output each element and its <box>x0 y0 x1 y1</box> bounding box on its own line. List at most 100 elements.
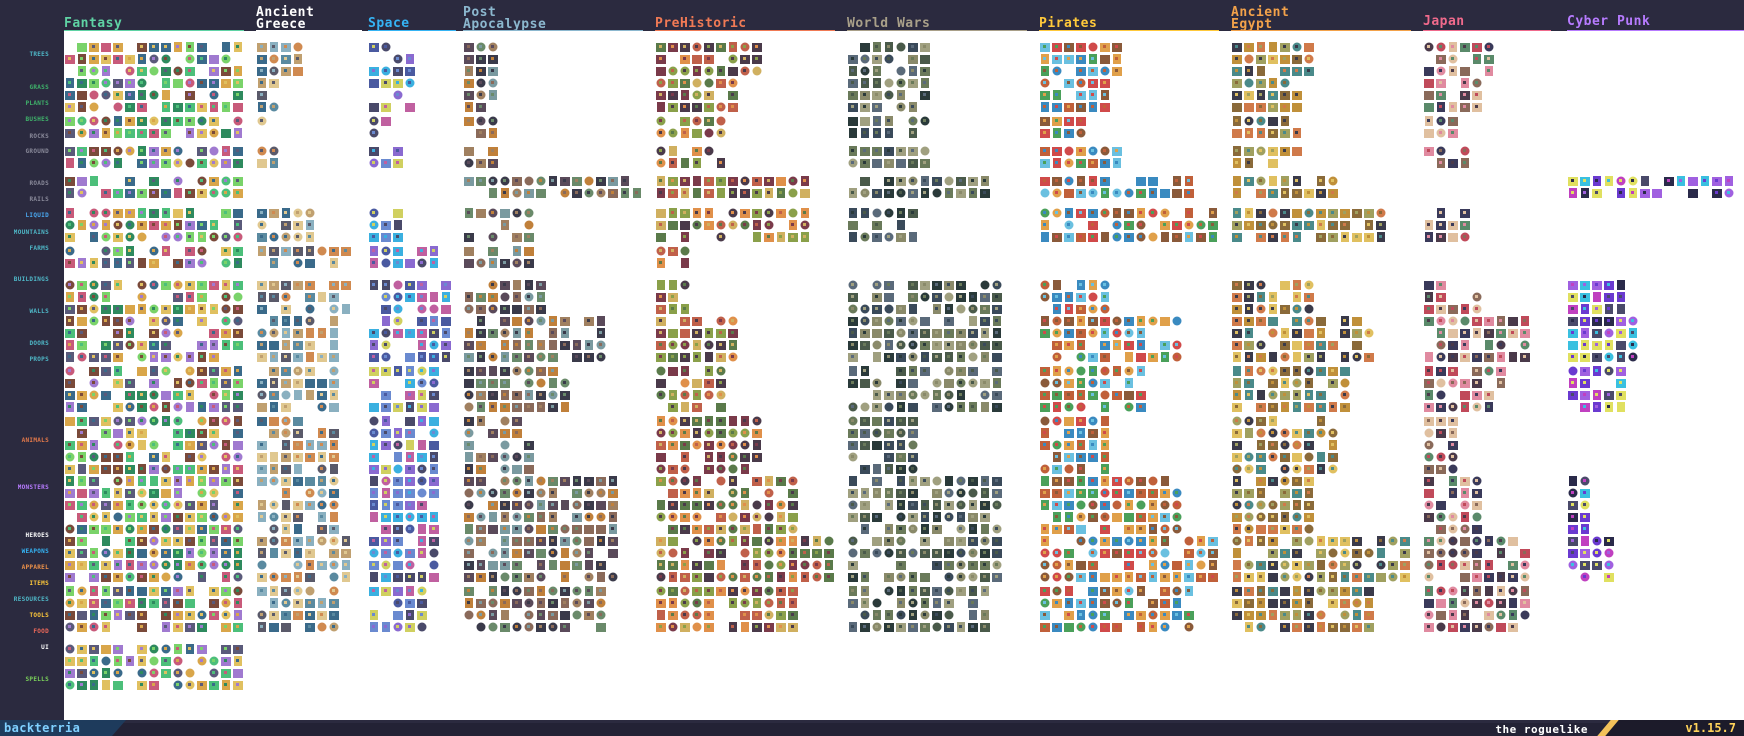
sprite-detail <box>479 343 482 346</box>
sprite-detail <box>272 467 275 470</box>
sprite-detail <box>92 57 95 60</box>
sprite-block <box>1040 42 1122 76</box>
sprite-detail <box>1091 235 1094 238</box>
sprite-detail <box>503 431 506 434</box>
sprite-detail <box>707 191 710 194</box>
sprite-detail <box>1283 455 1286 458</box>
sprite-detail <box>791 515 794 518</box>
sprite-detail <box>176 319 179 322</box>
sprite-detail <box>1283 307 1286 310</box>
sprite-detail <box>236 431 239 434</box>
sprite-detail <box>1139 479 1142 482</box>
sprite-detail <box>92 393 95 396</box>
sprite-detail <box>911 381 914 384</box>
sprite-block <box>848 42 930 76</box>
sprite-detail <box>983 479 986 482</box>
category-label-apparel: APPAREL <box>21 564 49 571</box>
sprite-detail <box>1295 235 1298 238</box>
sprite-detail <box>851 131 854 134</box>
sprite-detail <box>408 295 411 298</box>
sprite-detail <box>1331 467 1334 470</box>
sprite-detail <box>539 369 542 372</box>
sprite-detail <box>1175 235 1178 238</box>
sprite-detail <box>743 503 746 506</box>
sprite-detail <box>176 261 179 264</box>
sprite-detail <box>128 93 131 96</box>
sprite-detail <box>1235 93 1238 96</box>
sprite-detail <box>539 191 542 194</box>
sprite-detail <box>1295 149 1298 152</box>
sprite-block <box>65 208 243 242</box>
sprite-detail <box>1439 467 1442 470</box>
sprite-detail <box>719 515 722 518</box>
sprite-detail <box>887 405 890 408</box>
sprite-detail <box>332 249 335 252</box>
sprite-detail <box>104 319 107 322</box>
sprite-detail <box>396 283 399 286</box>
sprite-detail <box>515 491 518 494</box>
sprite-detail <box>659 149 662 152</box>
sprite-detail <box>971 307 974 310</box>
sprite-detail <box>116 93 119 96</box>
sprite-detail <box>396 69 399 72</box>
sprite-detail <box>128 527 131 530</box>
sprite-detail <box>611 191 614 194</box>
sprite-detail <box>959 191 962 194</box>
sprite-detail <box>707 393 710 396</box>
sprite-detail <box>396 331 399 334</box>
sprite-detail <box>236 527 239 530</box>
sprite-detail <box>1331 211 1334 214</box>
sprite-detail <box>1331 235 1334 238</box>
sprite-detail <box>1235 343 1238 346</box>
sprite-detail <box>1571 295 1574 298</box>
sprite-detail <box>104 69 107 72</box>
sprite-detail <box>128 81 131 84</box>
sprite-detail <box>224 331 227 334</box>
sprite-detail <box>1379 223 1382 226</box>
sprite-detail <box>1247 131 1250 134</box>
sprite-detail <box>1475 355 1478 358</box>
sprite-detail <box>284 211 287 214</box>
sprite-block <box>1040 146 1122 168</box>
sprite-detail <box>1235 331 1238 334</box>
sprite-detail <box>188 455 191 458</box>
sprite-detail <box>1499 381 1502 384</box>
sprite-detail <box>420 393 423 396</box>
sprite-detail <box>659 93 662 96</box>
sprite-detail <box>887 149 890 152</box>
sprite-detail <box>236 479 239 482</box>
sprite-detail <box>683 211 686 214</box>
sprite-detail <box>384 515 387 518</box>
sprite-detail <box>1307 211 1310 214</box>
sprite-detail <box>1043 479 1046 482</box>
sprite-detail <box>851 161 854 164</box>
sprite-detail <box>396 261 399 264</box>
sprite-detail <box>1427 381 1430 384</box>
sprite-detail <box>707 431 710 434</box>
sprite-detail <box>959 381 962 384</box>
sprite-detail <box>995 283 998 286</box>
sprite-detail <box>1451 57 1454 60</box>
sprite-detail <box>479 393 482 396</box>
sprite-detail <box>1043 235 1046 238</box>
sprite-detail <box>767 179 770 182</box>
sprite-block <box>65 416 243 474</box>
sprite-detail <box>707 455 710 458</box>
sprite-detail <box>384 355 387 358</box>
sprite-detail <box>923 343 926 346</box>
sprite-detail <box>911 235 914 238</box>
sprite-detail <box>236 161 239 164</box>
sprite-detail <box>224 283 227 286</box>
sprite-detail <box>983 331 986 334</box>
sprite-detail <box>911 283 914 286</box>
sprite-block <box>656 476 798 534</box>
sprite-detail <box>236 283 239 286</box>
sprite-detail <box>563 527 566 530</box>
sprite-detail <box>671 295 674 298</box>
sprite-detail <box>659 81 662 84</box>
sprite-detail <box>284 283 287 286</box>
sprite-detail <box>527 503 530 506</box>
sprite-detail <box>707 211 710 214</box>
sprite-detail <box>683 331 686 334</box>
sprite-detail <box>731 191 734 194</box>
